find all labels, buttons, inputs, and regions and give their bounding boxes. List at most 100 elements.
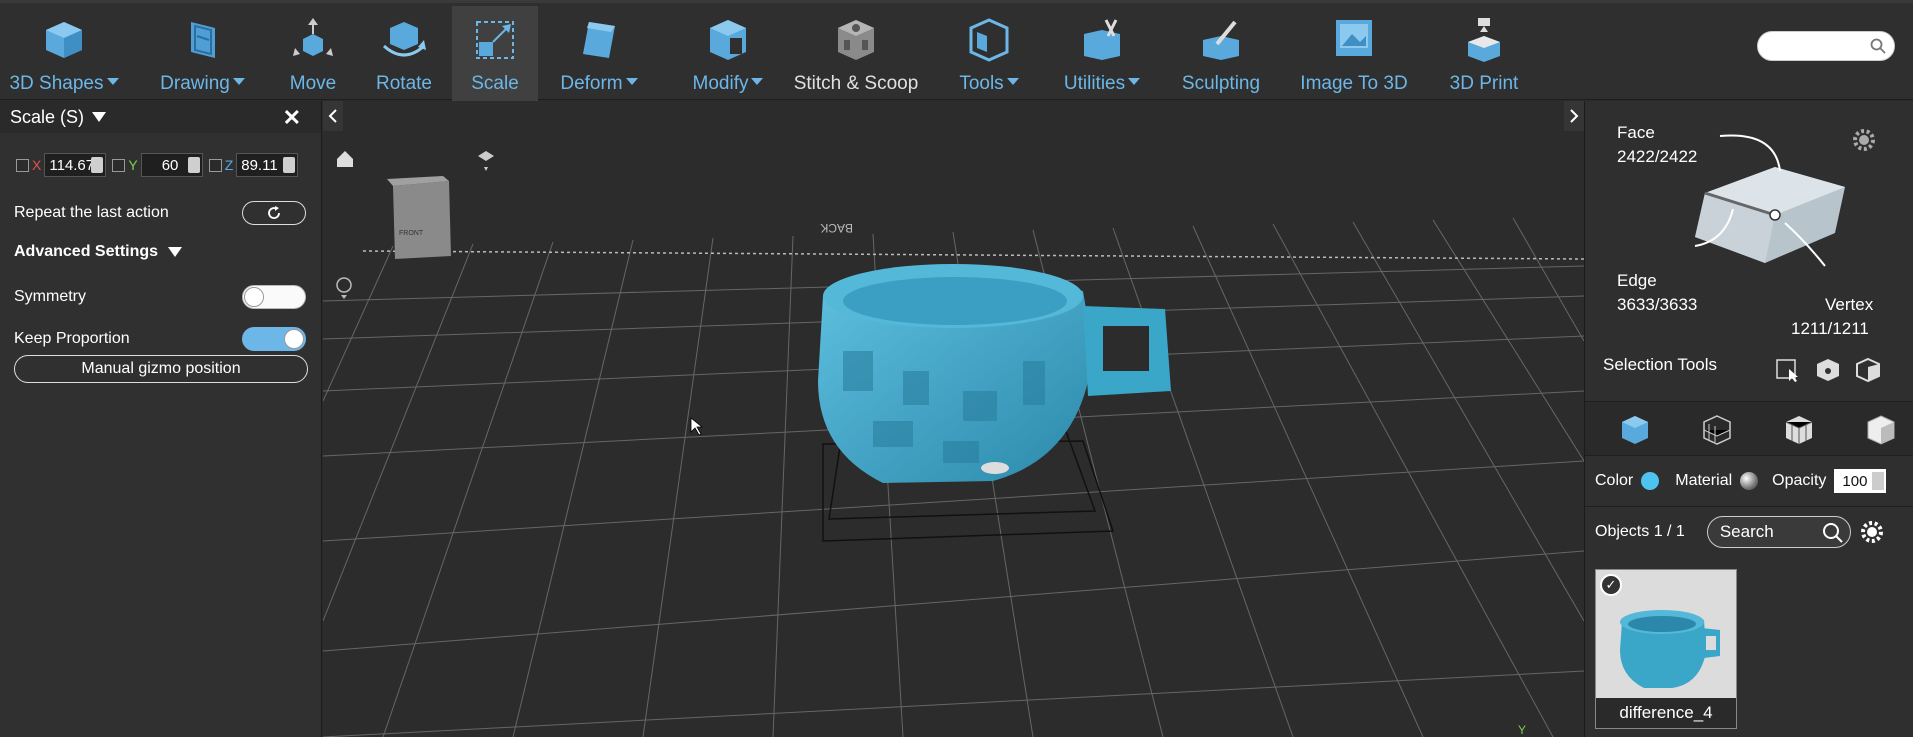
x-lock-checkbox[interactable] bbox=[16, 158, 29, 172]
tool-rotate[interactable]: Rotate bbox=[366, 6, 442, 102]
gear-icon[interactable] bbox=[1851, 127, 1877, 153]
chevron-down-icon bbox=[1006, 78, 1019, 86]
tool-move[interactable]: Move bbox=[278, 6, 348, 102]
objects-header: Objects 1 / 1 Search bbox=[1585, 506, 1913, 556]
opacity-input[interactable]: 100 bbox=[1834, 469, 1887, 493]
manual-gizmo-label: Manual gizmo position bbox=[81, 360, 241, 377]
color-swatch[interactable] bbox=[1641, 472, 1660, 490]
tool-label: Modify bbox=[692, 73, 749, 94]
object-properties: Color Material Opacity 100 bbox=[1585, 456, 1913, 506]
selection-info: Face 2422/2422 Edge 3633/3633 Vertex 121… bbox=[1585, 101, 1913, 401]
mouse-cursor-icon bbox=[690, 417, 704, 436]
gear-icon[interactable] bbox=[1859, 519, 1885, 545]
toolbar-search-input[interactable] bbox=[1757, 31, 1895, 61]
scene-canvas: FRONT BACK Y bbox=[323, 151, 1584, 737]
refresh-icon bbox=[268, 206, 280, 219]
search-icon bbox=[1822, 522, 1843, 543]
collapse-left-button[interactable] bbox=[323, 101, 343, 131]
symmetry-row: Symmetry bbox=[14, 285, 306, 309]
manual-gizmo-button[interactable]: Manual gizmo position bbox=[14, 355, 308, 383]
chevron-down-icon bbox=[168, 247, 183, 257]
box-select-icon[interactable] bbox=[1775, 357, 1801, 383]
objects-count: Objects 1 / 1 bbox=[1595, 522, 1685, 540]
edge-mode-icon[interactable] bbox=[1783, 414, 1815, 446]
repeat-label: Repeat the last action bbox=[14, 204, 169, 221]
x-size-value: 114.67 bbox=[49, 156, 95, 174]
paint-select-icon[interactable] bbox=[1815, 357, 1841, 383]
chevron-down-icon bbox=[232, 78, 245, 86]
vertex-mode-icon[interactable] bbox=[1865, 414, 1897, 446]
face-mode-icon[interactable] bbox=[1701, 414, 1733, 446]
advanced-label: Advanced Settings bbox=[14, 243, 159, 260]
collapse-right-button[interactable] bbox=[1564, 101, 1584, 131]
chevron-down-icon bbox=[92, 112, 107, 122]
tool-label: Rotate bbox=[376, 73, 432, 94]
object-thumbnail[interactable]: ✓ difference_4 bbox=[1595, 569, 1737, 729]
move-icon bbox=[293, 18, 333, 56]
opacity-label: Opacity bbox=[1772, 472, 1827, 489]
tool-tools[interactable]: Tools bbox=[952, 6, 1026, 102]
tool-label: Stitch & Scoop bbox=[793, 73, 919, 94]
tools-icon bbox=[969, 18, 1009, 62]
tool-label: Scale bbox=[471, 73, 519, 94]
face-label: Face bbox=[1617, 123, 1655, 142]
advanced-settings-toggle[interactable]: Advanced Settings bbox=[14, 243, 306, 261]
repeat-button[interactable] bbox=[242, 201, 306, 225]
material-icon[interactable] bbox=[1740, 472, 1759, 490]
material-label: Material bbox=[1675, 472, 1733, 489]
lasso-select-icon[interactable] bbox=[1855, 357, 1881, 383]
edge-count: 3633/3633 bbox=[1617, 295, 1698, 314]
printer-icon bbox=[1468, 18, 1500, 62]
object-search-input[interactable]: Search bbox=[1706, 515, 1851, 548]
close-icon[interactable]: ✕ bbox=[283, 105, 301, 131]
chevron-down-icon bbox=[625, 78, 638, 86]
tool-label: Sculpting bbox=[1181, 73, 1261, 94]
tool-label: 3D Shapes bbox=[9, 73, 104, 94]
keep-proportion-row: Keep Proportion bbox=[14, 327, 306, 351]
chevron-right-icon bbox=[1570, 109, 1579, 123]
z-lock-checkbox[interactable] bbox=[208, 158, 222, 172]
tool-3d-print[interactable]: 3D Print bbox=[1440, 6, 1528, 102]
stepper-icon[interactable] bbox=[283, 157, 296, 173]
z-size-input[interactable]: 89.11 bbox=[236, 153, 299, 177]
stepper-icon[interactable] bbox=[1872, 472, 1885, 490]
3d-viewport[interactable]: FRONT BACK Y bbox=[323, 101, 1584, 737]
stepper-icon[interactable] bbox=[187, 157, 200, 173]
y-lock-checkbox[interactable] bbox=[112, 158, 126, 172]
tool-scale[interactable]: Scale bbox=[452, 6, 538, 102]
tool-label: Deform bbox=[560, 73, 623, 94]
tool-stitch-scoop[interactable]: Stitch & Scoop bbox=[794, 6, 918, 102]
x-size-input[interactable]: 114.67 bbox=[44, 153, 107, 177]
tool-modify[interactable]: Modify bbox=[680, 6, 776, 102]
tool-drawing[interactable]: Drawing bbox=[150, 6, 255, 102]
home-icon bbox=[337, 151, 353, 167]
back-label: BACK bbox=[820, 221, 853, 235]
tool-utilities[interactable]: Utilities bbox=[1058, 6, 1146, 102]
keep-proportion-toggle[interactable] bbox=[242, 327, 306, 351]
color-label: Color bbox=[1595, 472, 1634, 489]
orbit-icon bbox=[336, 277, 352, 299]
y-axis-indicator: Y bbox=[1518, 723, 1526, 737]
chevron-down-icon bbox=[1128, 78, 1141, 86]
panel-header[interactable]: Scale (S) ✕ bbox=[0, 101, 321, 133]
camera-icon bbox=[478, 151, 494, 171]
tool-sculpting[interactable]: Sculpting bbox=[1176, 6, 1266, 102]
modify-icon bbox=[710, 20, 746, 60]
y-size-input[interactable]: 60 bbox=[140, 153, 203, 177]
z-size-value: 89.11 bbox=[241, 156, 278, 174]
scale-panel: Scale (S) ✕ X 114.67 Y 60 Z 89.11 Repeat… bbox=[0, 101, 322, 737]
tool-3d-shapes[interactable]: 3D Shapes bbox=[8, 6, 120, 102]
symmetry-toggle[interactable] bbox=[242, 285, 306, 309]
stepper-icon[interactable] bbox=[91, 157, 104, 173]
toggle-knob bbox=[284, 329, 304, 349]
tool-label: 3D Print bbox=[1449, 73, 1519, 94]
tool-label: Image To 3D bbox=[1300, 73, 1408, 94]
right-panel: Face 2422/2422 Edge 3633/3633 Vertex 121… bbox=[1584, 101, 1913, 737]
cube-icon bbox=[46, 22, 82, 58]
tool-deform[interactable]: Deform bbox=[554, 6, 644, 102]
cup-thumbnail-image bbox=[1620, 610, 1720, 688]
selection-mode-tabs bbox=[1585, 401, 1913, 456]
tool-image-to-3d[interactable]: Image To 3D bbox=[1296, 6, 1412, 102]
image-icon bbox=[1336, 20, 1372, 56]
object-mode-icon[interactable] bbox=[1619, 414, 1651, 446]
